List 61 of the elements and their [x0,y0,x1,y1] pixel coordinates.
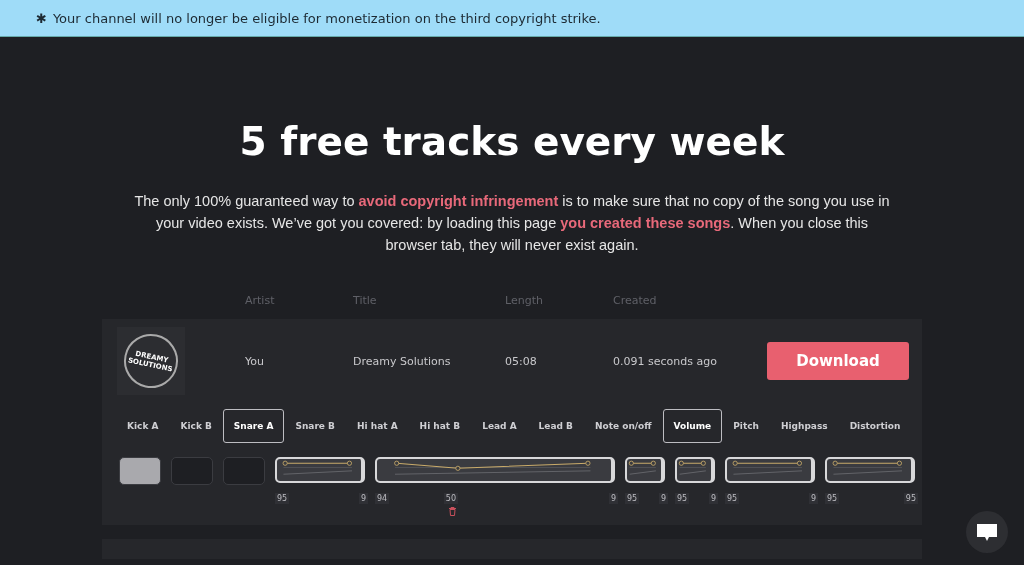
trash-icon[interactable] [448,507,456,516]
point-value: 95 [275,493,290,504]
envelope-clip[interactable] [825,457,915,483]
envelope-clip[interactable] [675,457,715,483]
point-value: 9 [708,493,718,504]
point-value: 94 [375,493,390,504]
envelope-point[interactable] [346,460,352,466]
column-header: Artist [245,294,276,307]
parameter-tab[interactable]: Pitch [722,409,770,443]
envelope-point[interactable] [585,460,591,466]
envelope-point[interactable] [700,460,706,466]
step-pad[interactable] [119,457,161,485]
instrument-tab[interactable]: Lead A [471,409,528,443]
point-value: 50 [443,493,458,504]
point-value: 95 [903,493,918,504]
envelope-point[interactable] [650,460,656,466]
column-header: Title [353,294,378,307]
headline: 5 free tracks every week [239,119,785,164]
envelope-point[interactable] [832,460,838,466]
envelope-point[interactable] [896,460,902,466]
parameter-tab[interactable]: Distortion [838,409,912,443]
envelope-point[interactable] [282,460,288,466]
envelope-clip[interactable] [275,457,365,483]
instrument-tab[interactable]: Kick A [116,409,170,443]
column-header: Created [613,294,658,307]
instrument-tab[interactable]: Snare A [222,409,285,443]
banner-text: Your channel will no longer be eligible for monetization on the third copyright strike. [52,10,601,26]
envelope-point[interactable] [628,460,634,466]
point-value: 95 [625,493,640,504]
envelope-point[interactable] [455,465,461,471]
title-cell-text: Dreamy Solutions [353,354,452,368]
instrument-tab[interactable]: Hi hat B [408,409,472,443]
envelope-point[interactable] [796,460,802,466]
instrument-tab[interactable]: Lead B [527,409,584,443]
instrument-tab[interactable]: Snare B [284,409,346,443]
envelope-point[interactable] [394,460,400,466]
artist-cell-text: You [245,354,265,368]
envelope-clip[interactable] [625,457,665,483]
length-cell-text: 05:08 [505,354,538,368]
instrument-tab[interactable]: Note on/off [583,409,663,443]
parameter-tab[interactable]: Volume [662,409,723,443]
intro-text: The only 100% guaranteed way to avoid copyright infringement is to make sure that no copy of the song you use in your video exists. We’ve got you covered: by loading this page you created these songs. When you close this browser tab, they will never exist again. [133,192,891,255]
point-value: 9 [608,493,618,504]
point-value: 9 [808,493,818,504]
chat-icon [977,523,997,541]
point-value: 95 [725,493,740,504]
parameter-tab[interactable]: Highpass [769,409,839,443]
asterisk: ✱ [36,10,47,26]
envelope-point[interactable] [732,460,738,466]
envelope-clip[interactable] [725,457,815,483]
point-value: 95 [675,493,690,504]
column-header: Length [505,294,544,307]
envelope-point[interactable] [678,460,684,466]
point-value: 9 [358,493,368,504]
chat-button[interactable] [966,511,1008,553]
point-value: 9 [658,493,668,504]
created-cell-text: 0.091 seconds ago [613,354,718,368]
instrument-tab[interactable]: Kick B [169,409,223,443]
envelope-clip[interactable] [375,457,615,483]
instrument-tab[interactable]: Hi hat A [345,409,409,443]
point-value: 95 [825,493,840,504]
